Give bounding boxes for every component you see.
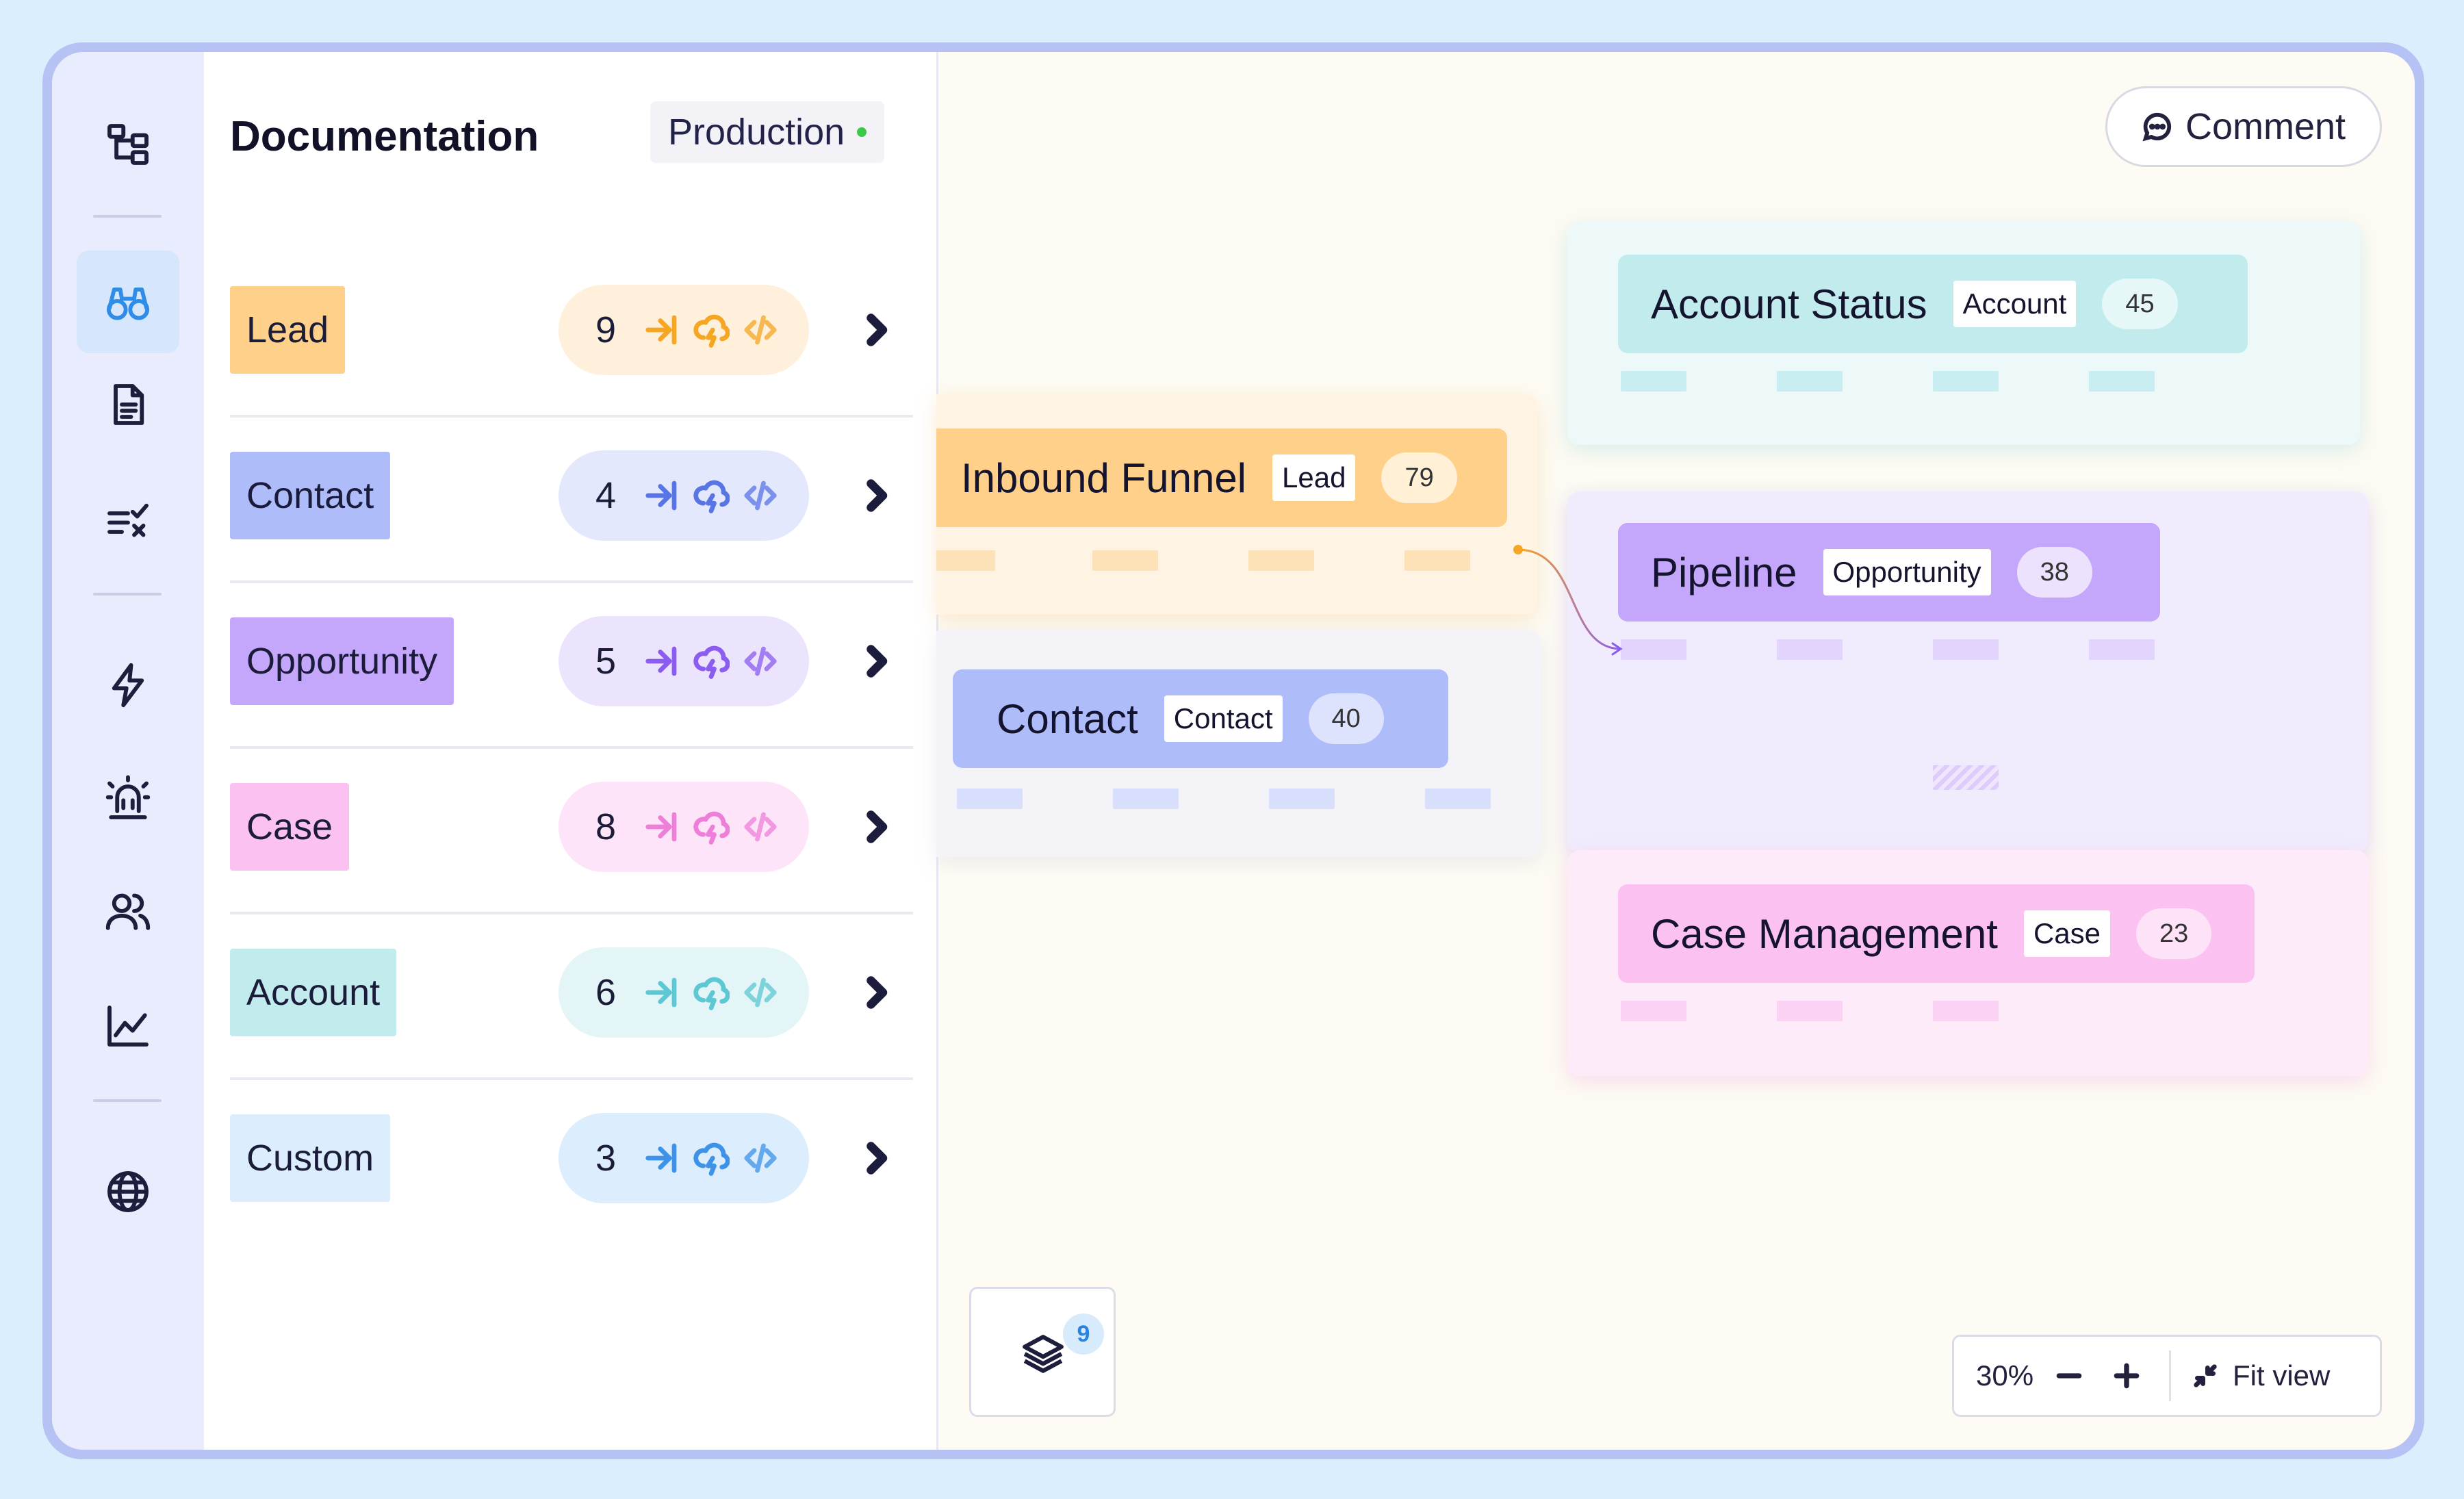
layers-icon (1023, 1335, 1064, 1373)
arrow-to-line-icon (645, 315, 677, 345)
object-tag: Contact (230, 452, 391, 539)
object-count: 9 (595, 309, 617, 350)
field-placeholder (1933, 1001, 1999, 1021)
environment-label: Production (668, 112, 845, 153)
object-row[interactable]: Custom 3 (230, 1080, 913, 1246)
cloud-bolt-icon (693, 314, 730, 348)
object-count: 3 (595, 1138, 617, 1179)
object-tag: Case (230, 783, 350, 871)
arrow-to-line-icon (645, 646, 677, 676)
arrow-to-line-icon (645, 481, 677, 511)
object-label: Opportunity (246, 641, 438, 682)
plus-icon (2114, 1363, 2140, 1389)
code-icon (744, 1143, 777, 1173)
object-count: 6 (595, 972, 617, 1013)
object-stats: 5 (559, 616, 809, 706)
object-stats: 9 (559, 285, 809, 375)
chevron-right-icon[interactable] (856, 309, 897, 350)
object-row[interactable]: Opportunity 5 (230, 583, 913, 749)
rail-divider (93, 215, 162, 218)
object-count: 4 (595, 475, 617, 516)
object-label: Custom (246, 1138, 374, 1179)
layers-button[interactable]: 9 (969, 1287, 1116, 1417)
lightning-icon[interactable] (77, 634, 179, 736)
layers-count-badge: 9 (1063, 1314, 1104, 1355)
object-label: Case (246, 806, 333, 847)
object-row[interactable]: Account 6 (230, 914, 913, 1080)
code-icon (744, 646, 777, 676)
object-stats: 4 (559, 450, 809, 541)
object-stats: 6 (559, 947, 809, 1038)
checklist-icon[interactable] (77, 468, 179, 571)
zoom-level: 30% (1976, 1359, 2034, 1392)
cloud-bolt-icon (693, 1142, 730, 1176)
zoom-out-button[interactable] (2040, 1361, 2098, 1391)
object-row[interactable]: Lead 9 (230, 252, 913, 418)
zoom-divider (2169, 1350, 2171, 1401)
icon-rail (52, 52, 204, 1450)
zoom-in-button[interactable] (2098, 1361, 2155, 1391)
environment-selector[interactable]: Production (650, 101, 885, 163)
binoculars-icon[interactable] (77, 251, 179, 353)
panel-title: Documentation (230, 113, 539, 160)
app-window: Documentation Production Lead 9 Contact 4 Op… (52, 52, 2415, 1450)
node-name: Case Management (1651, 910, 1998, 957)
rail-divider (93, 593, 162, 595)
minus-icon (2056, 1373, 2082, 1379)
code-icon (744, 315, 777, 345)
node-count: 23 (2136, 908, 2212, 959)
node-tag: Case (2023, 910, 2111, 957)
chevron-right-icon[interactable] (856, 641, 897, 682)
status-dot (857, 127, 867, 137)
object-stats: 3 (559, 1113, 809, 1203)
cloud-bolt-icon (693, 811, 730, 845)
connector-edge (1513, 545, 1623, 656)
hierarchy-icon[interactable] (77, 93, 179, 196)
chevron-right-icon[interactable] (856, 806, 897, 847)
object-row[interactable]: Case 8 (230, 749, 913, 914)
workflow-canvas[interactable]: Comment Account Status Account 45 Inboun… (936, 52, 2415, 1450)
fit-view-label: Fit view (2233, 1359, 2331, 1392)
field-placeholder (1777, 1001, 1843, 1021)
object-label: Lead (246, 309, 329, 350)
cloud-bolt-icon (693, 977, 730, 1010)
arrow-to-line-icon (645, 812, 677, 842)
zoom-controls: 30% Fit view (1952, 1335, 2382, 1417)
cloud-bolt-icon (693, 645, 730, 679)
arrow-to-line-icon (645, 977, 677, 1008)
code-icon (744, 812, 777, 842)
object-tag: Account (230, 949, 397, 1036)
line-chart-icon[interactable] (77, 975, 179, 1077)
globe-icon[interactable] (77, 1140, 179, 1243)
rail-divider (93, 1099, 162, 1102)
object-label: Contact (246, 475, 374, 516)
app-frame: Documentation Production Lead 9 Contact 4 Op… (42, 42, 2424, 1459)
code-icon (744, 481, 777, 511)
documentation-panel: Documentation Production Lead 9 Contact 4 Op… (204, 52, 938, 1450)
object-count: 8 (595, 806, 617, 847)
node-case-management[interactable]: Case Management Case 23 (1618, 884, 2255, 983)
arrow-to-line-icon (645, 1143, 677, 1173)
fit-view-button[interactable]: Fit view (2192, 1359, 2330, 1392)
users-icon[interactable] (77, 860, 179, 962)
cloud-bolt-icon (693, 480, 730, 513)
document-icon[interactable] (77, 353, 179, 456)
object-label: Account (246, 972, 381, 1013)
chevron-right-icon[interactable] (856, 1138, 897, 1179)
object-count: 5 (595, 641, 617, 682)
object-tag: Custom (230, 1114, 391, 1202)
object-stats: 8 (559, 782, 809, 872)
chevron-right-icon[interactable] (856, 972, 897, 1013)
object-tag: Lead (230, 286, 346, 374)
code-icon (744, 977, 777, 1008)
field-placeholder (1621, 1001, 1686, 1021)
collapse-icon (2194, 1364, 2217, 1387)
alarm-icon[interactable] (77, 747, 179, 850)
object-tag: Opportunity (230, 617, 454, 705)
object-row[interactable]: Contact 4 (230, 418, 913, 583)
chevron-right-icon[interactable] (856, 475, 897, 516)
